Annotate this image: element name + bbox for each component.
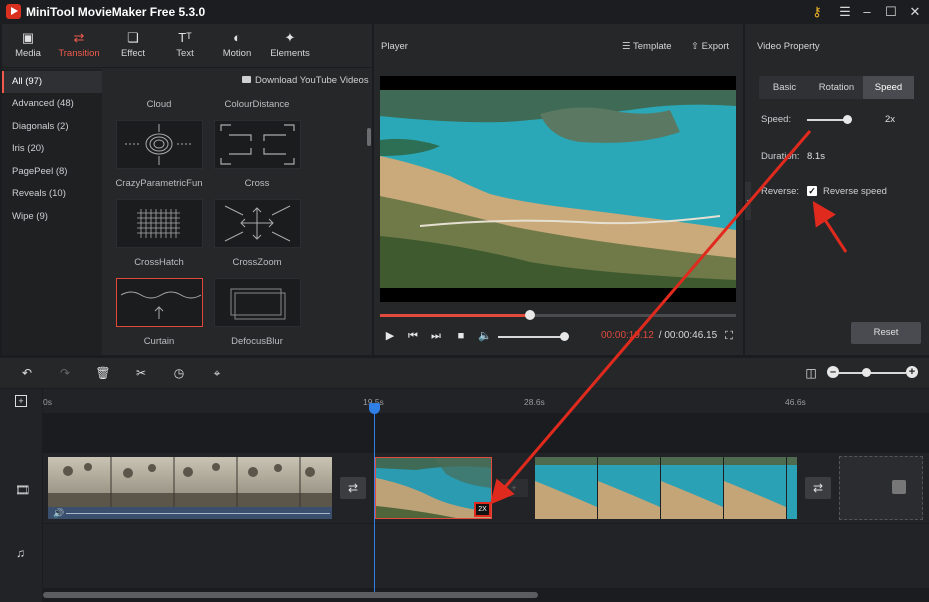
annotation-arrows [490, 130, 848, 505]
annotation-arrow-to-checkbox [812, 200, 848, 253]
annotation-arrow-to-clip [490, 130, 812, 505]
